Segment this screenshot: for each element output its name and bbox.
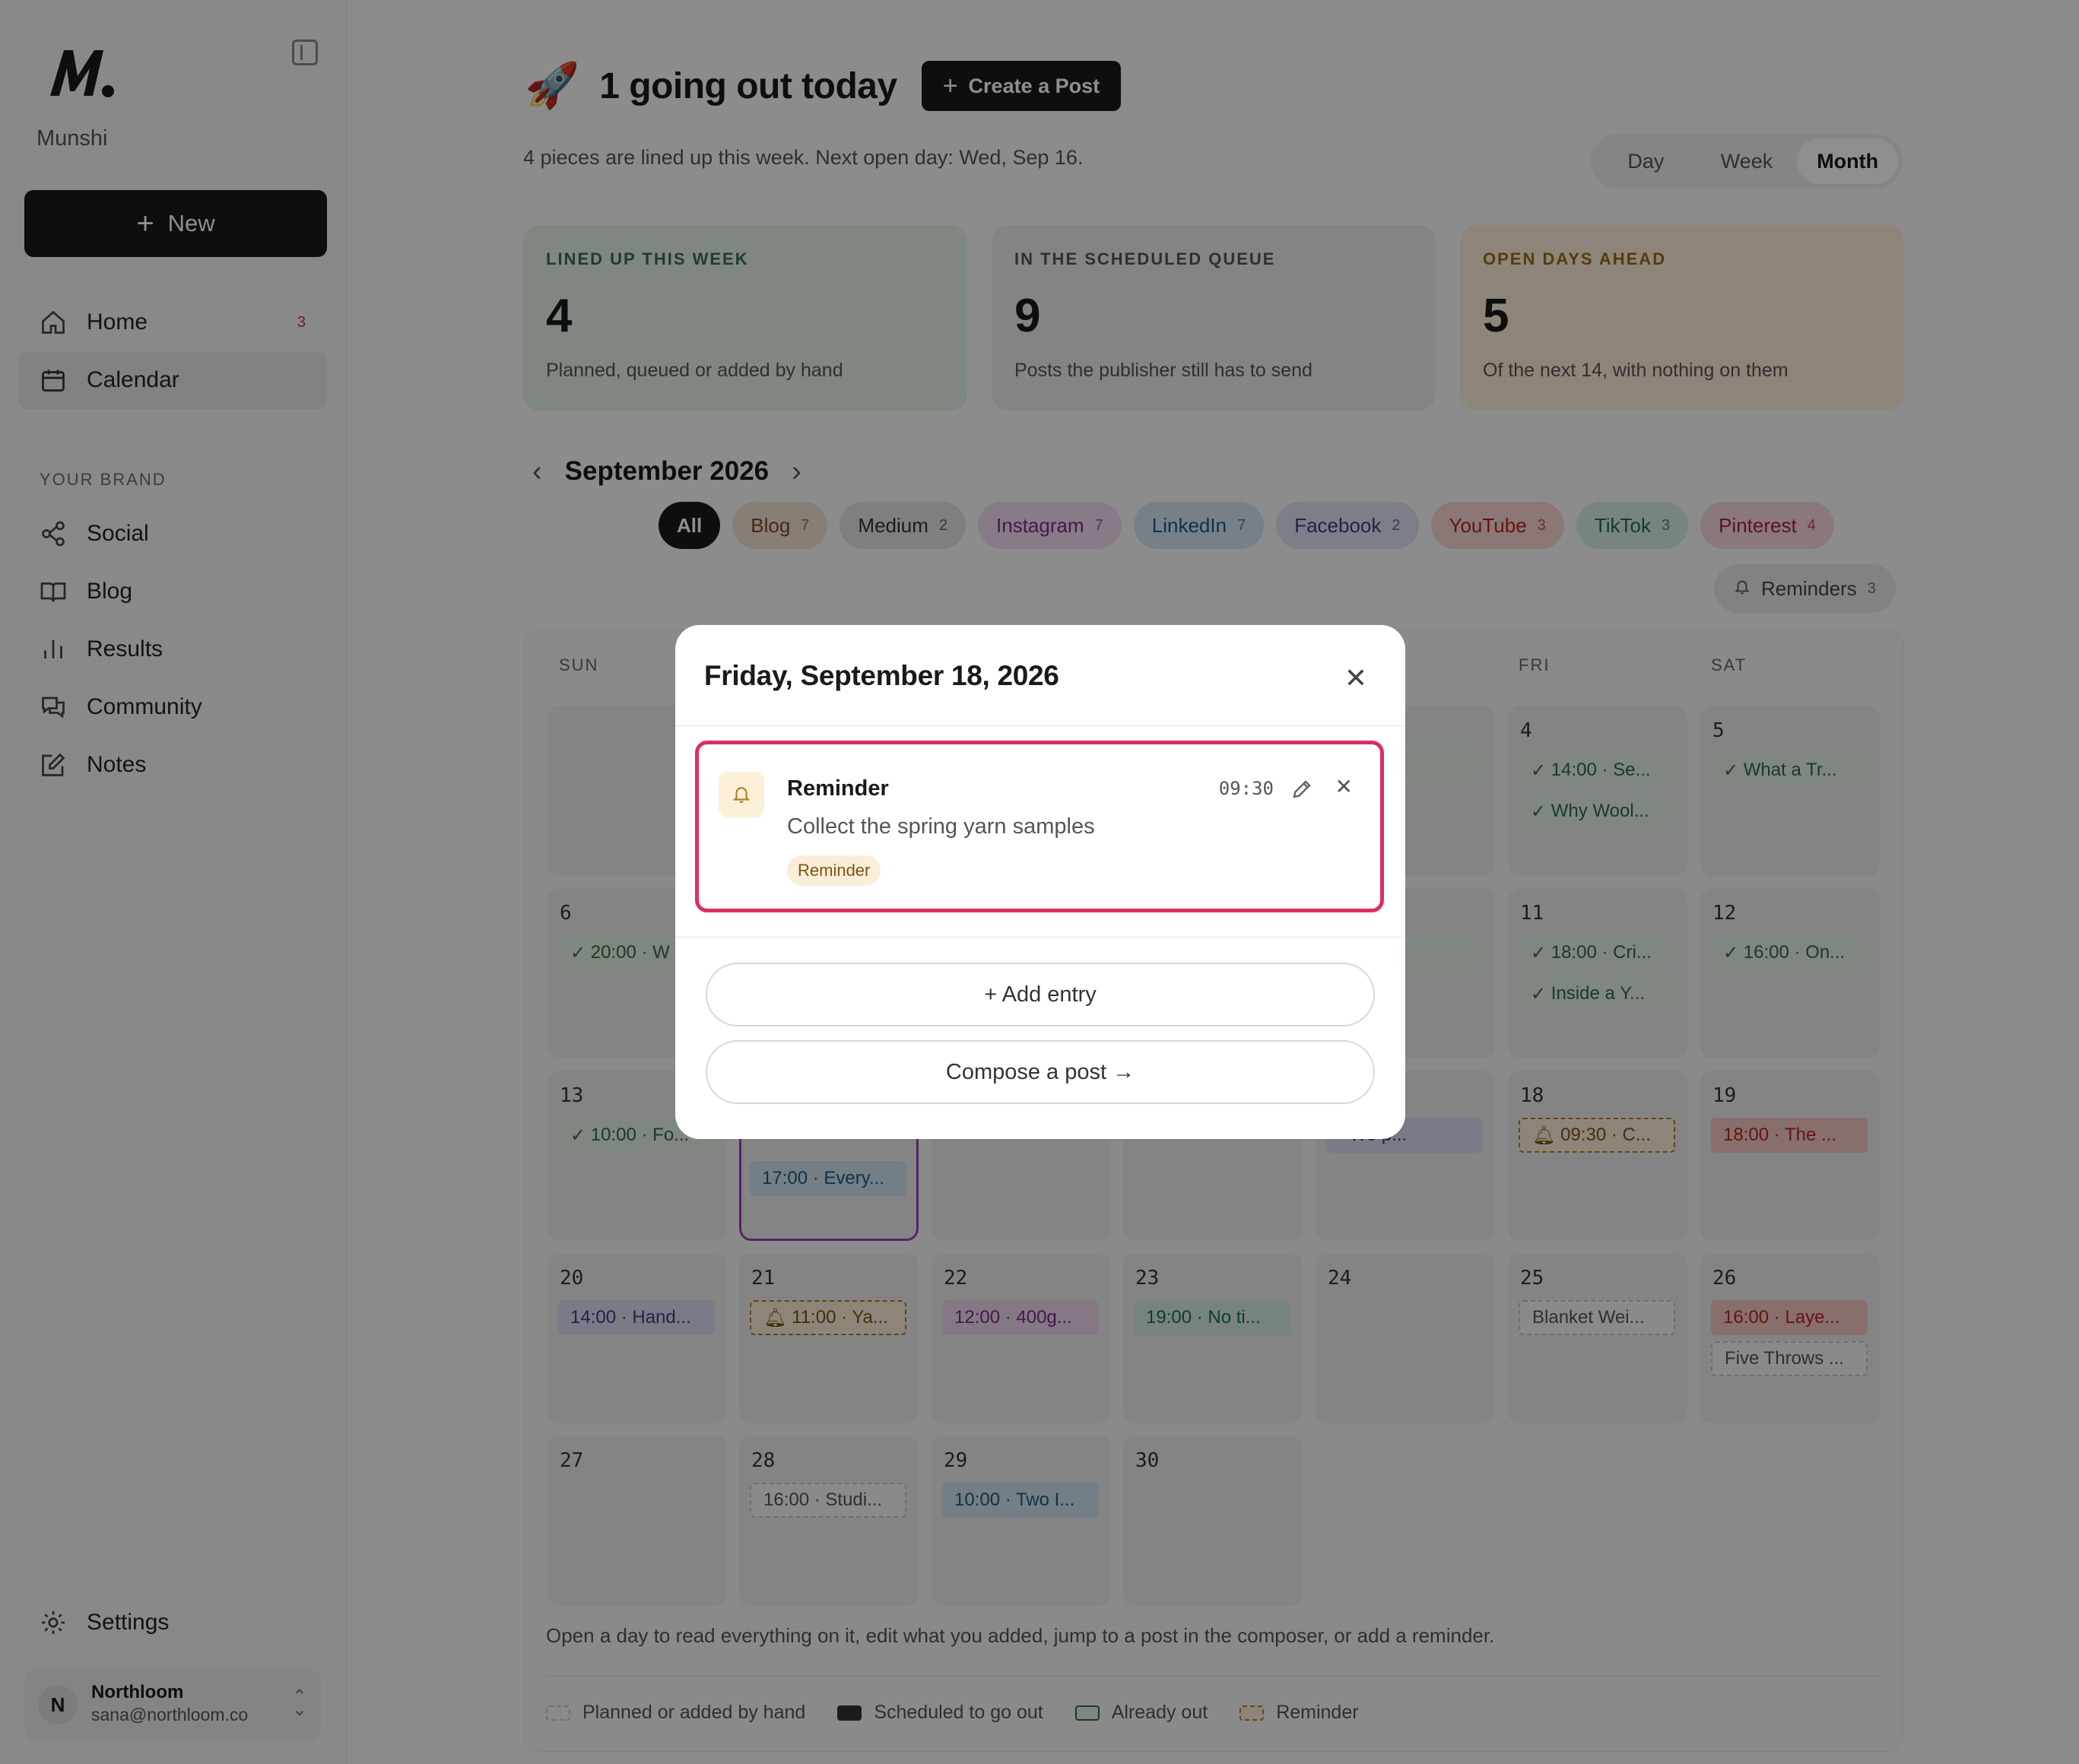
entry-type-badge: Reminder [787,855,881,886]
reminder-entry[interactable]: Reminder Collect the spring yarn samples… [706,749,1373,904]
entry-time: 09:30 [1218,778,1274,799]
add-entry-button[interactable]: + Add entry [706,963,1375,1026]
modal-title: Friday, September 18, 2026 [704,660,1059,691]
divider [675,937,1405,938]
pencil-icon[interactable] [1290,778,1313,801]
entry-description: Collect the spring yarn samples [787,814,1095,839]
compose-post-button[interactable]: Compose a post → [706,1040,1375,1104]
entry-highlight: Reminder Collect the spring yarn samples… [695,741,1384,912]
close-icon[interactable]: ✕ [1335,776,1353,798]
close-icon[interactable]: ✕ [1344,665,1367,692]
entry-title: Reminder [787,776,889,801]
bell-icon [719,772,764,817]
day-detail-modal: Friday, September 18, 2026 ✕ Reminder Co… [675,625,1405,1139]
divider [675,725,1405,726]
